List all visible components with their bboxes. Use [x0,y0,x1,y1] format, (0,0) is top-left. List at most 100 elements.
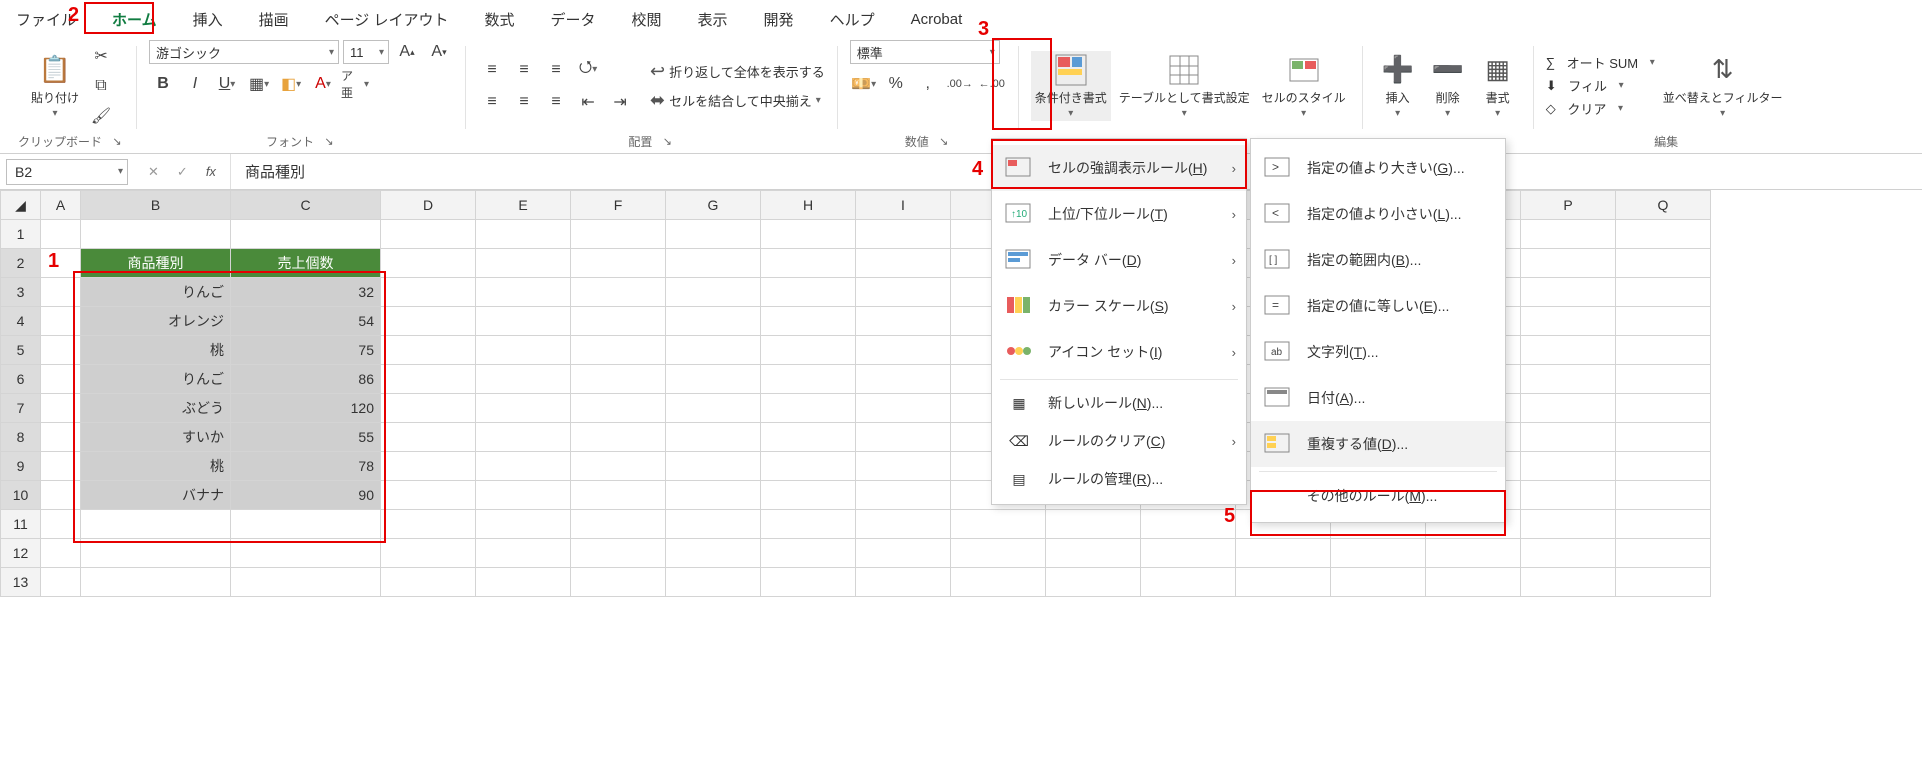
phonetic-button[interactable]: ア亜 ▾ [341,72,369,96]
border-button[interactable]: ▦ ▾ [245,72,273,96]
format-as-table-button[interactable]: テーブルとして書式設定 ▾ [1115,51,1254,121]
tab-view[interactable]: 表示 [694,5,732,36]
decrease-decimal-button[interactable]: ←.00 [978,72,1006,96]
row-header[interactable]: 6 [1,365,41,394]
cell[interactable]: オレンジ [81,307,231,336]
menu-manage-rules[interactable]: ▤ ルールの管理(R)... [992,460,1246,498]
submenu-greater-than[interactable]: >指定の値より大きい(G)... [1251,145,1505,191]
cell[interactable]: 78 [231,452,381,481]
tab-developer[interactable]: 開発 [760,5,798,36]
font-size-select[interactable]: 11 [343,40,389,64]
select-all-corner[interactable]: ◢ [1,191,41,220]
col-header-H[interactable]: H [761,191,856,220]
copy-button[interactable]: ⧉ [87,74,115,98]
decrease-font-button[interactable]: A▾ [425,40,453,64]
delete-cells-button[interactable]: ➖削除▾ [1425,51,1471,121]
insert-cells-button[interactable]: ➕挿入▾ [1375,51,1421,121]
cell[interactable]: 売上個数 [231,249,381,278]
indent-increase-button[interactable]: ⇥ [606,90,634,114]
wrap-text-button[interactable]: ↩ 折り返して全体を表示する [650,61,825,82]
tab-help[interactable]: ヘルプ [826,5,879,36]
bold-button[interactable]: B [149,72,177,96]
col-header-A[interactable]: A [41,191,81,220]
enter-formula-button[interactable]: ✓ [177,164,188,180]
submenu-duplicate-values[interactable]: 重複する値(D)... [1251,421,1505,467]
format-cells-button[interactable]: ▦書式▾ [1475,51,1521,121]
underline-button[interactable]: U ▾ [213,72,241,96]
cell[interactable]: りんご [81,365,231,394]
cell[interactable]: 32 [231,278,381,307]
submenu-text-contains[interactable]: ab文字列(T)... [1251,329,1505,375]
row-header[interactable]: 10 [1,481,41,510]
autosum-button[interactable]: ∑ オート SUM ▾ [1546,53,1655,72]
number-format-select[interactable]: 標準 [850,40,1000,64]
submenu-less-than[interactable]: <指定の値より小さい(L)... [1251,191,1505,237]
row-header[interactable]: 1 [1,220,41,249]
cell[interactable]: ぶどう [81,394,231,423]
row-header[interactable]: 3 [1,278,41,307]
cut-button[interactable]: ✂ [87,44,115,68]
col-header-G[interactable]: G [666,191,761,220]
cancel-formula-button[interactable]: ✕ [148,164,159,180]
font-color-button[interactable]: A ▾ [309,72,337,96]
cell[interactable]: 86 [231,365,381,394]
align-top-button[interactable]: ≡ [478,58,506,82]
merge-center-button[interactable]: ⬌ セルを結合して中央揃え ▾ [650,90,825,111]
font-launcher[interactable]: ↘ [322,134,336,148]
cell[interactable]: 120 [231,394,381,423]
submenu-date-occurring[interactable]: 日付(A)... [1251,375,1505,421]
insert-function-button[interactable]: fx [206,164,216,180]
cell[interactable]: 75 [231,336,381,365]
paste-button[interactable]: 📋 貼り付け ▾ [27,51,83,121]
increase-font-button[interactable]: A▴ [393,40,421,64]
menu-new-rule[interactable]: ▦ 新しいルール(N)... [992,384,1246,422]
increase-decimal-button[interactable]: .00→ [946,72,974,96]
row-header[interactable]: 9 [1,452,41,481]
italic-button[interactable]: I [181,72,209,96]
tab-data[interactable]: データ [547,5,600,36]
menu-highlight-rules[interactable]: セルの強調表示ルール(H) › [992,145,1246,191]
col-header-B[interactable]: B [81,191,231,220]
submenu-equal-to[interactable]: =指定の値に等しい(E)... [1251,283,1505,329]
indent-decrease-button[interactable]: ⇤ [574,90,602,114]
col-header-I[interactable]: I [856,191,951,220]
menu-top-bottom-rules[interactable]: ↑10 上位/下位ルール(T) › [992,191,1246,237]
cell[interactable]: バナナ [81,481,231,510]
percent-button[interactable]: % [882,72,910,96]
tab-acrobat[interactable]: Acrobat [907,7,967,34]
tab-home[interactable]: ホーム [108,5,161,36]
sort-filter-button[interactable]: ⇅ 並べ替えとフィルター ▾ [1659,51,1787,121]
cell[interactable]: 90 [231,481,381,510]
col-header-Q[interactable]: Q [1616,191,1711,220]
orientation-button[interactable]: ⭯ ▾ [574,58,602,82]
row-header[interactable]: 12 [1,539,41,568]
cell[interactable]: すいか [81,423,231,452]
align-center-button[interactable]: ≡ [510,90,538,114]
menu-data-bars[interactable]: データ バー(D) › [992,237,1246,283]
align-middle-button[interactable]: ≡ [510,58,538,82]
row-header[interactable]: 11 [1,510,41,539]
alignment-launcher[interactable]: ↘ [660,134,674,148]
menu-color-scales[interactable]: カラー スケール(S) › [992,283,1246,329]
fill-button[interactable]: ⬇ フィル ▾ [1546,76,1655,95]
cell[interactable]: 桃 [81,336,231,365]
tab-draw[interactable]: 描画 [255,5,293,36]
font-name-select[interactable]: 游ゴシック [149,40,339,64]
row-header[interactable]: 4 [1,307,41,336]
tab-insert[interactable]: 挿入 [189,5,227,36]
clipboard-launcher[interactable]: ↘ [110,134,124,148]
tab-file[interactable]: ファイル [12,5,80,36]
name-box[interactable]: B2 ▾ [6,159,128,185]
cell[interactable]: りんご [81,278,231,307]
clear-button[interactable]: ◇ クリア ▾ [1546,99,1655,118]
currency-button[interactable]: 💴 ▾ [850,72,878,96]
col-header-C[interactable]: C [231,191,381,220]
menu-clear-rules[interactable]: ⌫ ルールのクリア(C) › [992,422,1246,460]
submenu-between[interactable]: [ ]指定の範囲内(B)... [1251,237,1505,283]
cell[interactable]: 桃 [81,452,231,481]
align-bottom-button[interactable]: ≡ [542,58,570,82]
fill-color-button[interactable]: ◧ ▾ [277,72,305,96]
row-header[interactable]: 7 [1,394,41,423]
comma-button[interactable]: , [914,72,942,96]
cell[interactable]: 商品種別 [81,249,231,278]
